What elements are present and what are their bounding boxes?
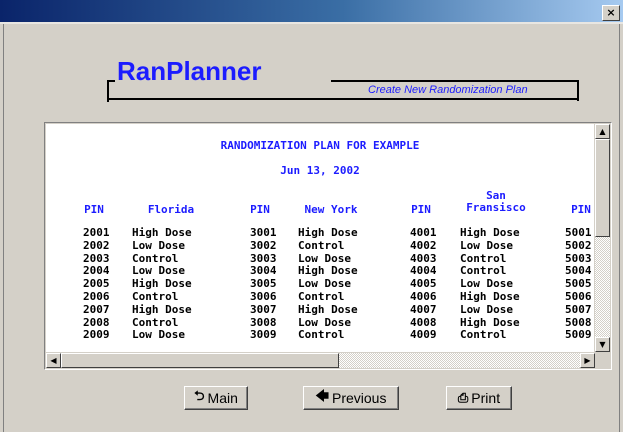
table-cell: Control bbox=[460, 328, 507, 342]
table-cell: 4006 bbox=[410, 289, 437, 303]
table-cell: 3009 bbox=[250, 328, 277, 342]
previous-button[interactable]: 🡄 Previous bbox=[303, 386, 399, 410]
vertical-scroll-thumb[interactable] bbox=[595, 139, 610, 237]
table-cell: 3007 bbox=[250, 302, 277, 316]
column-header-pin-florida: PIN bbox=[84, 203, 104, 216]
table-cell: 2007 bbox=[83, 302, 110, 316]
scroll-right-icon[interactable]: ▶ bbox=[580, 353, 595, 368]
column-florida: High Dose Low Dose Control Low Dose High Dos… bbox=[132, 226, 192, 342]
table-cell: 5007 bbox=[565, 302, 592, 316]
table-cell: Control bbox=[298, 328, 345, 342]
table-cell: 2002 bbox=[83, 238, 110, 252]
column-header-pin-newyork: PIN bbox=[250, 203, 270, 216]
main-button-label: Main bbox=[207, 390, 238, 406]
column-header-pin-last: PIN bbox=[571, 203, 591, 216]
table-cell: High Dose bbox=[460, 226, 520, 239]
previous-button-label: Previous bbox=[331, 390, 387, 406]
table-cell: Low Dose bbox=[132, 238, 185, 252]
column-header-pin-sanfran: PIN bbox=[411, 203, 431, 216]
table-cell: 4007 bbox=[410, 302, 437, 316]
vertical-scrollbar[interactable]: ▲ ▼ bbox=[595, 124, 610, 352]
table-cell: 3001 bbox=[250, 226, 277, 239]
report-date: Jun 13, 2002 bbox=[280, 164, 360, 177]
table-cell: 2009 bbox=[83, 328, 110, 342]
table-cell: 4001 bbox=[410, 226, 437, 239]
horizontal-scrollbar[interactable]: ◀ ▶ bbox=[46, 353, 595, 368]
scroll-up-icon[interactable]: ▲ bbox=[595, 124, 610, 139]
column-pin-florida: 2001 2002 2003 2004 2005 2006 2007 2008 2009 bbox=[83, 226, 110, 342]
column-pin-sanfran: 4001 4002 4003 4004 4005 4006 4007 4008 4009 bbox=[410, 226, 437, 342]
horizontal-scroll-thumb[interactable] bbox=[61, 353, 339, 368]
close-icon[interactable]: × bbox=[602, 5, 620, 21]
table-cell: 4002 bbox=[410, 238, 437, 252]
report-panel: RANDOMIZATION PLAN FOR EXAMPLE Jun 13, 2… bbox=[44, 122, 612, 370]
table-cell: High Dose bbox=[132, 302, 192, 316]
frame-divider bbox=[0, 22, 623, 24]
frame-left-border bbox=[3, 24, 4, 432]
column-header-florida: Florida bbox=[147, 203, 195, 216]
printer-icon: ⎙ bbox=[457, 390, 469, 406]
report-viewport: RANDOMIZATION PLAN FOR EXAMPLE Jun 13, 2… bbox=[46, 124, 594, 352]
table-cell: 4009 bbox=[410, 328, 437, 342]
table-cell: High Dose bbox=[298, 226, 358, 239]
scrollbar-corner bbox=[595, 353, 610, 368]
scroll-left-icon[interactable]: ◀ bbox=[46, 353, 61, 368]
table-cell: Control bbox=[298, 289, 345, 303]
table-cell: 5001 bbox=[565, 226, 592, 239]
table-cell: 3002 bbox=[250, 238, 277, 252]
column-pin-last: 5001 5002 5003 5004 5005 5006 5007 5008 5009 bbox=[565, 226, 592, 342]
table-cell: 2006 bbox=[83, 289, 110, 303]
table-cell: Low Dose bbox=[132, 328, 185, 342]
return-arrow-icon: ⮌ bbox=[194, 389, 205, 404]
left-arrow-icon: 🡄 bbox=[315, 389, 329, 404]
window-titlebar: × bbox=[0, 0, 623, 22]
table-cell: Low Dose bbox=[460, 302, 513, 316]
column-newyork: High Dose Control Low Dose High Dose Low Dos… bbox=[298, 226, 358, 342]
main-button[interactable]: ⮌ Main bbox=[184, 386, 248, 410]
app-logo-subtitle: Create New Randomization Plan bbox=[368, 84, 528, 96]
scroll-down-icon[interactable]: ▼ bbox=[595, 337, 610, 352]
table-cell: Low Dose bbox=[460, 238, 513, 252]
report-title: RANDOMIZATION PLAN FOR EXAMPLE bbox=[220, 139, 420, 152]
table-cell: High Dose bbox=[460, 289, 520, 303]
table-cell: 3006 bbox=[250, 289, 277, 303]
table-cell: 5009 bbox=[565, 328, 592, 342]
column-pin-newyork: 3001 3002 3003 3004 3005 3006 3007 3008 3009 bbox=[250, 226, 277, 342]
table-cell: High Dose bbox=[132, 226, 192, 239]
logo-rule bbox=[331, 80, 366, 82]
column-sanfran: High Dose Low Dose Control Control Low Dose H… bbox=[460, 226, 520, 342]
print-button[interactable]: ⎙ Print bbox=[446, 386, 512, 410]
column-header-newyork: New York bbox=[304, 203, 358, 216]
table-cell: 2001 bbox=[83, 226, 110, 239]
table-cell: 5002 bbox=[565, 238, 592, 252]
column-header-sanfran: San Fransisco bbox=[466, 189, 526, 214]
frame-right-border bbox=[619, 24, 620, 432]
table-cell: High Dose bbox=[298, 302, 358, 316]
table-cell: Control bbox=[298, 238, 345, 252]
app-logo-title: RanPlanner bbox=[117, 56, 262, 86]
table-cell: 5006 bbox=[565, 289, 592, 303]
print-button-label: Print bbox=[471, 390, 501, 406]
table-cell: Control bbox=[132, 289, 179, 303]
